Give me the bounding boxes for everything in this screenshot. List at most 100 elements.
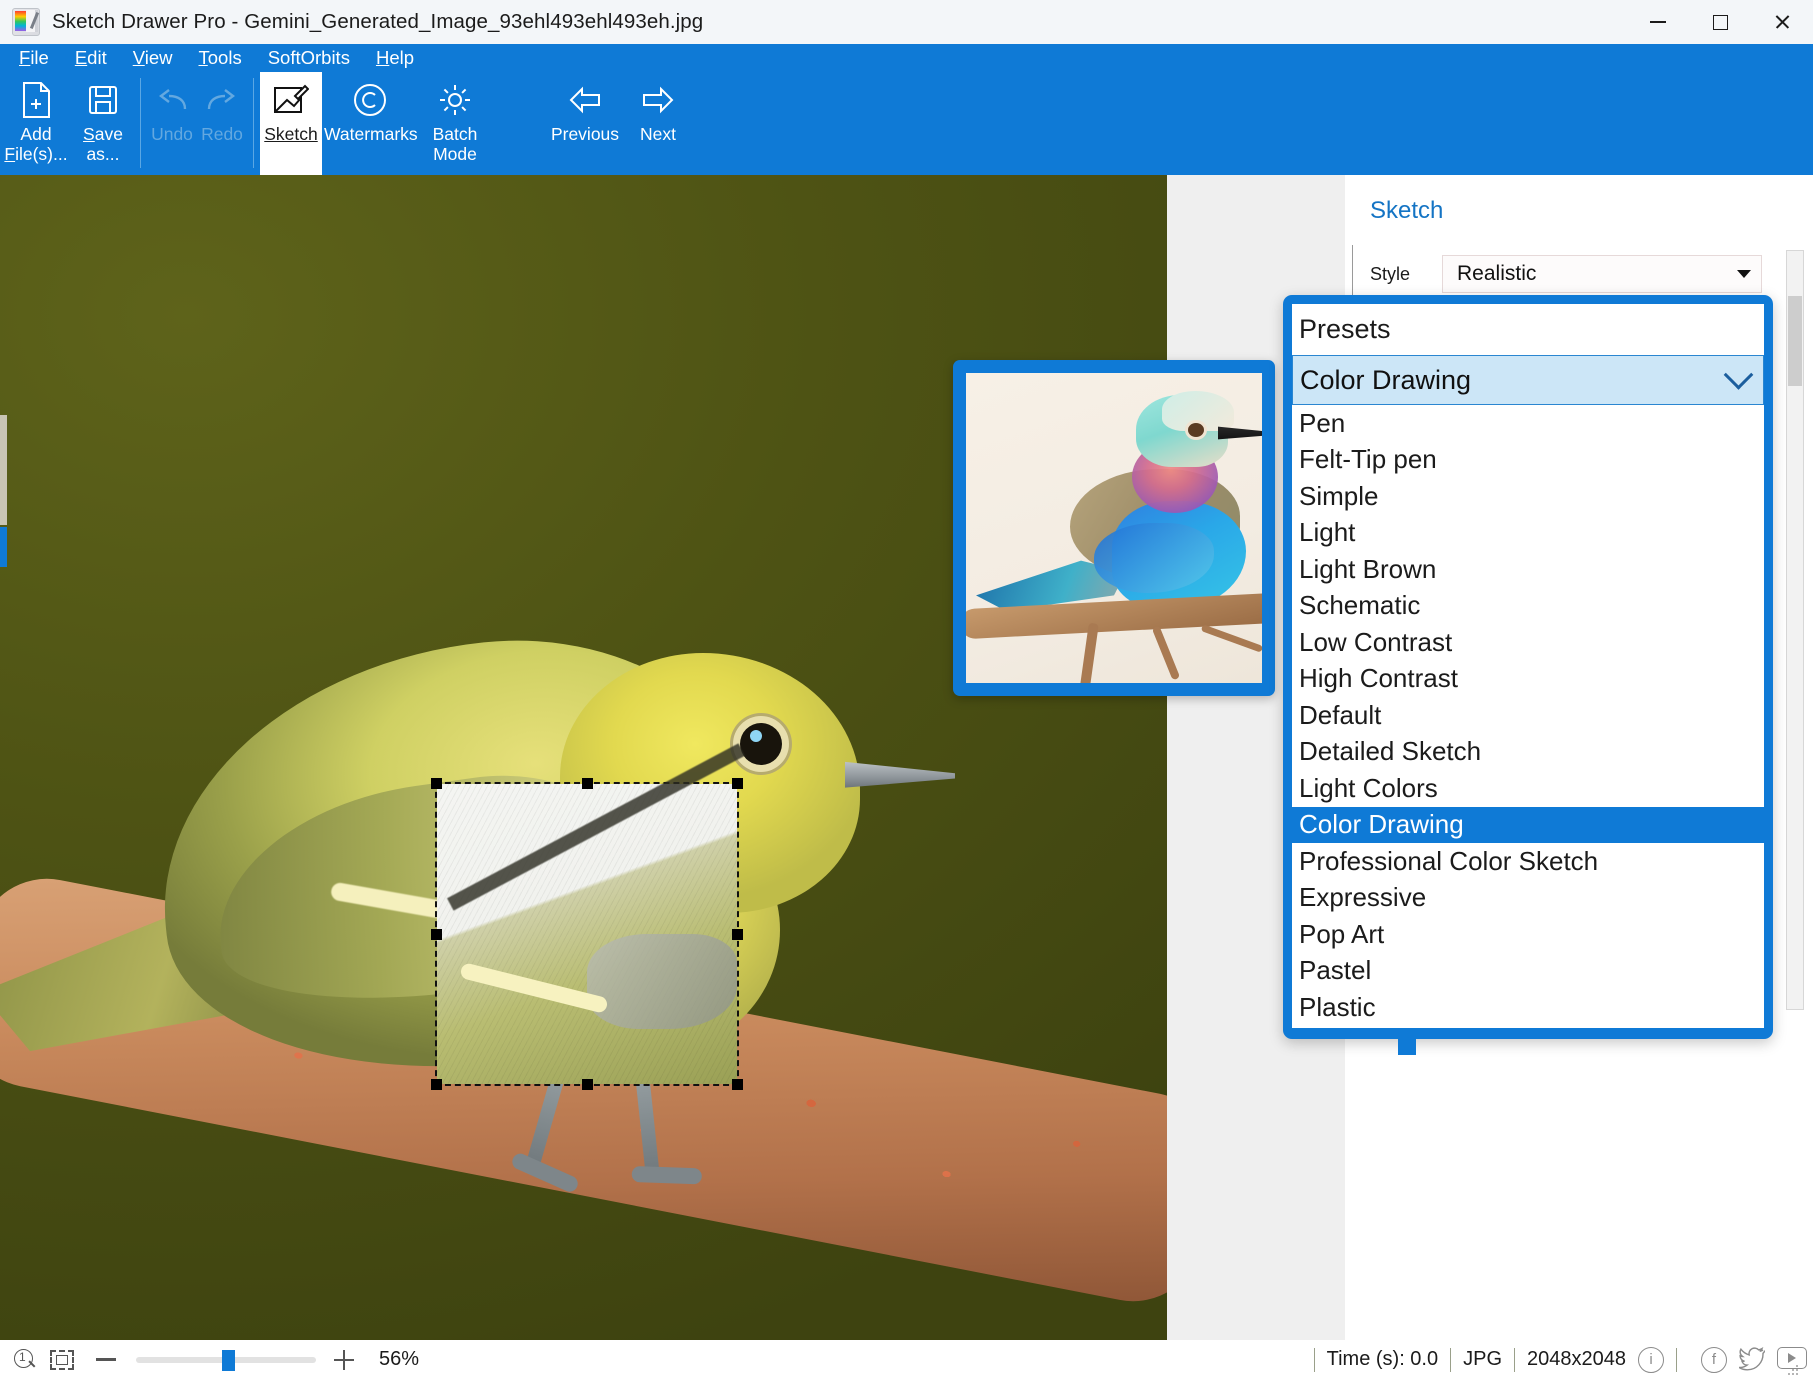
sketch-patch-grey: [587, 934, 737, 1029]
sketch-label: Sketch: [264, 125, 318, 145]
zoom-in-button[interactable]: [334, 1350, 354, 1370]
fit-to-window-button[interactable]: [50, 1350, 74, 1370]
canvas-left-stub: [0, 415, 7, 525]
selection-handle-bottom-left[interactable]: [431, 1079, 442, 1090]
status-divider-3: [1514, 1348, 1515, 1372]
next-button[interactable]: Next: [628, 72, 688, 183]
menu-softorbits[interactable]: SoftOrbits: [265, 46, 353, 70]
add-files-label-1: Add: [20, 125, 51, 145]
sketch-preview-image: [966, 373, 1262, 683]
copyright-icon: [353, 80, 387, 120]
zoom-level-value: 56%: [379, 1348, 419, 1371]
selection-handle-bottom-center[interactable]: [582, 1079, 593, 1090]
previous-button[interactable]: Previous: [542, 72, 628, 183]
preset-option-low-contrast[interactable]: Low Contrast: [1292, 624, 1764, 661]
redo-icon: [205, 80, 239, 120]
preset-option-pen[interactable]: Pen: [1292, 405, 1764, 442]
undo-label: Undo: [151, 125, 193, 145]
preset-option-high-contrast[interactable]: High Contrast: [1292, 661, 1764, 698]
image-canvas[interactable]: [0, 175, 1167, 1340]
preset-option-expressive[interactable]: Expressive: [1292, 880, 1764, 917]
preview-bird-eye: [1188, 423, 1204, 437]
selection-handle-top-center[interactable]: [582, 778, 593, 789]
close-button[interactable]: [1751, 0, 1813, 44]
window-title: Sketch Drawer Pro - Gemini_Generated_Ima…: [52, 10, 703, 34]
style-select[interactable]: Realistic: [1442, 255, 1762, 293]
panel-scrollbar-thumb[interactable]: [1788, 296, 1802, 386]
style-label: Style: [1370, 264, 1442, 285]
selection-handle-middle-right[interactable]: [732, 929, 743, 940]
preset-option-detailed-sketch[interactable]: Detailed Sketch: [1292, 734, 1764, 771]
preview-selection-rectangle[interactable]: [437, 784, 737, 1084]
save-icon: [88, 80, 118, 120]
preview-twig-3: [1201, 624, 1262, 652]
presets-combobox[interactable]: Color Drawing: [1292, 355, 1764, 405]
menu-tools[interactable]: Tools: [196, 46, 245, 70]
title-bar: Sketch Drawer Pro - Gemini_Generated_Ima…: [0, 0, 1813, 44]
menu-help[interactable]: Help: [373, 46, 417, 70]
preset-option-schematic[interactable]: Schematic: [1292, 588, 1764, 625]
watermarks-button[interactable]: Watermarks: [322, 72, 418, 183]
preset-option-plastic[interactable]: Plastic: [1292, 989, 1764, 1026]
preset-option-color-drawing[interactable]: Color Drawing: [1292, 807, 1764, 844]
undo-button[interactable]: Undo: [147, 72, 197, 183]
sketch-preview-thumbnail[interactable]: [953, 360, 1275, 696]
facebook-glyph: f: [1701, 1347, 1727, 1373]
slider-handle-behind-dropdown[interactable]: [1398, 1038, 1416, 1055]
close-icon: [1774, 14, 1790, 30]
panel-scrollbar[interactable]: [1786, 250, 1804, 1010]
preset-option-pastel[interactable]: Pastel: [1292, 953, 1764, 990]
zoom-out-button[interactable]: [96, 1358, 116, 1360]
selection-handle-bottom-right[interactable]: [732, 1079, 743, 1090]
menu-view[interactable]: View: [130, 46, 176, 70]
batch-mode-button[interactable]: Batch Mode: [418, 72, 492, 183]
zoom-one-to-one-icon: 1: [14, 1349, 36, 1371]
zoom-slider-thumb[interactable]: [222, 1350, 235, 1371]
selection-handle-middle-left[interactable]: [431, 929, 442, 940]
preset-option-light-brown[interactable]: Light Brown: [1292, 551, 1764, 588]
preset-option-simple[interactable]: Simple: [1292, 478, 1764, 515]
toolbar-separator-1: [140, 78, 141, 168]
facebook-icon[interactable]: f: [1701, 1347, 1727, 1373]
preset-option-professional-color-sketch[interactable]: Professional Color Sketch: [1292, 843, 1764, 880]
add-file-icon: [21, 80, 51, 120]
preview-bird-beak: [1218, 425, 1262, 441]
selection-handle-top-left[interactable]: [431, 778, 442, 789]
file-format: JPG: [1463, 1348, 1502, 1371]
processing-time: Time (s): 0.0: [1327, 1348, 1439, 1371]
redo-button[interactable]: Redo: [197, 72, 247, 183]
status-divider-4: [1676, 1348, 1677, 1372]
redo-label: Redo: [201, 125, 243, 145]
maximize-button[interactable]: [1689, 0, 1751, 44]
presets-option-list[interactable]: Pen Felt-Tip pen Simple Light Light Brow…: [1292, 405, 1764, 1028]
title-bar-left: Sketch Drawer Pro - Gemini_Generated_Ima…: [0, 8, 703, 36]
presets-combobox-value: Color Drawing: [1300, 365, 1471, 396]
info-icon[interactable]: i: [1638, 1347, 1664, 1373]
twitter-icon[interactable]: [1739, 1347, 1765, 1373]
sketch-drawer-app-icon: [12, 8, 40, 36]
next-arrow-icon: [641, 80, 675, 120]
menu-bar: File Edit View Tools SoftOrbits Help: [0, 44, 1813, 72]
add-files-button[interactable]: Add File(s)...: [0, 72, 72, 183]
preset-option-light[interactable]: Light: [1292, 515, 1764, 552]
preset-option-felt-tip-pen[interactable]: Felt-Tip pen: [1292, 442, 1764, 479]
minimize-button[interactable]: [1627, 0, 1689, 44]
selection-handle-top-right[interactable]: [732, 778, 743, 789]
zoom-slider[interactable]: [136, 1350, 316, 1370]
zoom-actual-size-button[interactable]: 1: [14, 1349, 36, 1371]
preset-option-default[interactable]: Default: [1292, 697, 1764, 734]
presets-dropdown[interactable]: Presets Color Drawing Pen Felt-Tip pen S…: [1283, 295, 1773, 1039]
menu-edit[interactable]: Edit: [72, 46, 110, 70]
bird-foot-2: [632, 1166, 703, 1184]
presets-dropdown-inner: Presets Color Drawing Pen Felt-Tip pen S…: [1292, 304, 1764, 1028]
add-files-label-2: File(s)...: [4, 145, 67, 165]
resize-grip[interactable]: [1787, 1364, 1799, 1376]
sketch-button[interactable]: Sketch: [260, 72, 322, 183]
source-photo: [0, 175, 1167, 1340]
menu-file[interactable]: File: [16, 46, 52, 70]
preset-option-pop-art[interactable]: Pop Art: [1292, 916, 1764, 953]
preset-option-light-colors[interactable]: Light Colors: [1292, 770, 1764, 807]
batch-mode-label-2: Mode: [433, 145, 477, 165]
previous-label: Previous: [551, 125, 619, 145]
save-as-button[interactable]: Save as...: [72, 72, 134, 183]
